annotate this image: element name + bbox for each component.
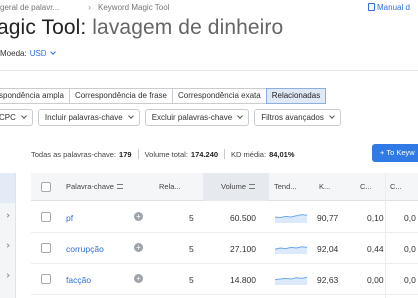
row-checkbox[interactable] [41, 274, 51, 284]
table-header: Palavra-chave Rela... Volume Tend... K..… [31, 173, 418, 201]
column-kd-label: K... [319, 182, 331, 191]
breadcrumb-current: Keyword Magic Tool [98, 3, 170, 12]
trend-area [275, 214, 307, 223]
competition-value: 0,0 [404, 244, 416, 254]
match-type-tabs: spondência ampla Correspondência de fras… [0, 88, 327, 104]
keyword-link[interactable]: pf [66, 213, 73, 223]
column-kd[interactable]: K... [319, 182, 330, 191]
breadcrumb: geral de palavr... › Keyword Magic Tool … [0, 0, 418, 16]
column-related[interactable]: Rela... [159, 182, 181, 191]
column-volume-label: Volume [221, 182, 247, 191]
column-volume[interactable]: Volume [221, 182, 256, 191]
add-to-keyword-list-button[interactable]: + To Keyw [372, 144, 418, 162]
cpc-filter-dropdown[interactable]: CPC [0, 109, 33, 126]
selected-group-item[interactable] [0, 173, 15, 203]
kd-value: 90,77 [317, 213, 339, 223]
column-competition[interactable]: C... [390, 182, 402, 191]
trend-sparkline [275, 276, 307, 285]
exclude-keywords-dropdown[interactable]: Excluir palavras-chave [144, 109, 250, 126]
tab-related[interactable]: Relacionadas [265, 88, 327, 104]
chevron-down-icon [21, 112, 27, 119]
related-value: 5 [189, 244, 194, 254]
book-icon [368, 3, 375, 11]
chevron-down-icon [237, 112, 244, 119]
advanced-filters-label: Filtros avançados [261, 113, 324, 122]
volume-value: 27.100 [230, 244, 256, 254]
include-keywords-dropdown[interactable]: Incluir palavras-chave [37, 109, 140, 126]
average-kd-value: 84,01% [269, 149, 295, 159]
kd-value: 92,63 [317, 275, 339, 285]
total-volume-label: Volume total: [144, 149, 188, 159]
column-trend-label: Tend... [274, 182, 297, 191]
average-kd-label: KD média: [231, 149, 267, 159]
all-keywords-value: 179 [119, 149, 132, 159]
trend-sparkline [275, 214, 307, 223]
add-keyword-icon[interactable]: + [134, 212, 143, 221]
add-keyword-icon[interactable]: + [134, 243, 143, 252]
cpc-value: 0,44 [367, 244, 384, 254]
page-title-tool: agic Tool: [0, 16, 87, 39]
page-title-keyword: lavagem de dinheiro [92, 16, 284, 39]
column-competition-label: C... [390, 182, 402, 191]
sort-icon [249, 184, 256, 189]
keyword-link[interactable]: facção [66, 275, 91, 285]
competition-value: 0,0 [404, 275, 416, 285]
page-title: agic Tool: lavagem de dinheiro [0, 16, 283, 40]
related-value: 5 [189, 213, 194, 223]
tab-broad-match[interactable]: spondência ampla [0, 88, 70, 104]
chevron-down-icon [49, 49, 56, 55]
all-keywords-label: Todas as palavras-chave: [31, 149, 117, 159]
table-row[interactable]: pf + 5 60.500 90,77 0,10 0,0 [31, 202, 418, 233]
row-checkbox[interactable] [41, 212, 51, 222]
divider [0, 70, 418, 71]
filters-bar: CPC Incluir palavras-chave Excluir palav… [0, 109, 341, 126]
column-related-label: Rela... [159, 182, 181, 191]
tab-phrase-match[interactable]: Correspondência de frase [68, 88, 173, 104]
exclude-keywords-label: Excluir palavras-chave [151, 113, 233, 122]
add-keyword-icon[interactable]: + [134, 274, 143, 283]
column-keyword-label: Palavra-chave [66, 182, 114, 191]
chevron-right-icon[interactable] [5, 273, 10, 278]
advanced-filters-dropdown[interactable]: Filtros avançados [254, 109, 341, 126]
summary-divider [224, 149, 226, 159]
cpc-value: 0,10 [367, 213, 384, 223]
trend-sparkline [275, 246, 307, 254]
summary-divider [137, 149, 139, 159]
total-volume-value: 174.240 [190, 149, 219, 159]
currency-selector[interactable]: Moeda: USD [0, 49, 56, 58]
chevron-down-icon [127, 112, 134, 119]
column-divider [385, 173, 386, 298]
volume-value: 14.800 [230, 275, 256, 285]
related-value: 5 [189, 275, 194, 285]
manual-link[interactable]: Manual d [377, 3, 410, 12]
keyword-groups-panel [0, 173, 16, 298]
column-cpc[interactable]: C... [360, 182, 372, 191]
table-row[interactable]: corrupção + 5 27.100 92,04 0,44 0,0 [31, 233, 418, 264]
table-row[interactable]: facção + 5 14.800 92,63 0,00 0,0 [31, 264, 418, 295]
tab-exact-match[interactable]: Correspondência exata [172, 88, 267, 104]
currency-label: Moeda: [0, 49, 27, 58]
cpc-filter-label: CPC [0, 113, 16, 122]
keyword-summary: Todas as palavras-chave: 179 Volume total… [31, 149, 295, 159]
chevron-right-icon[interactable] [5, 243, 10, 248]
breadcrumb-parent-link[interactable]: geral de palavr... [0, 3, 59, 12]
cpc-value: 0,00 [367, 275, 384, 285]
keyword-link[interactable]: corrupção [66, 244, 104, 254]
competition-value: 0,0 [404, 213, 416, 223]
column-trend[interactable]: Tend... [274, 182, 297, 191]
chevron-right-icon[interactable] [5, 213, 10, 218]
breadcrumb-separator-icon: › [88, 2, 91, 12]
select-all-checkbox[interactable] [41, 182, 51, 192]
row-checkbox[interactable] [41, 243, 51, 253]
column-keyword[interactable]: Palavra-chave [66, 182, 123, 191]
volume-value: 60.500 [230, 213, 256, 223]
include-keywords-label: Incluir palavras-chave [44, 113, 123, 122]
chevron-down-icon [329, 112, 335, 119]
kd-value: 92,04 [317, 244, 339, 254]
sort-icon [116, 184, 123, 189]
column-cpc-label: C... [360, 182, 372, 191]
currency-value[interactable]: USD [30, 49, 47, 58]
